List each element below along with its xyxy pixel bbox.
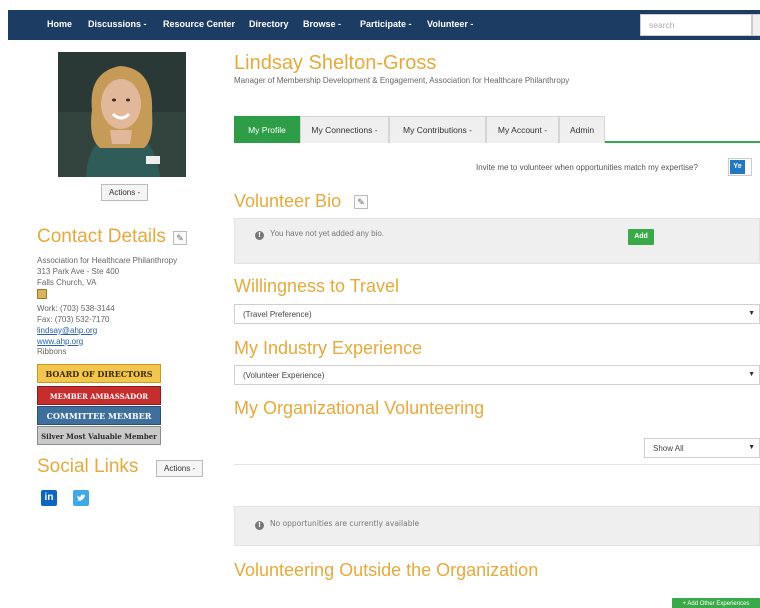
contact-city: Falls Church, VA — [37, 277, 97, 287]
industry-experience-title: My Industry Experience — [234, 338, 423, 358]
contact-email-link[interactable]: lindsay@ahp.org — [37, 326, 97, 335]
ribbons-label: Ribbons — [37, 347, 67, 357]
contact-fax: Fax: (703) 532-7170 — [37, 314, 110, 324]
contact-org: Association for Healthcare Philanthropy — [37, 256, 178, 265]
twitter-bird-glyph — [77, 494, 85, 501]
no-opportunities-message: ! No opportunities are currently availabl… — [255, 519, 419, 530]
tab-admin[interactable]: Admin — [559, 116, 605, 143]
nav-home[interactable]: Home — [47, 19, 72, 29]
profile-actions-button[interactable]: Actions - — [101, 184, 149, 201]
invite-volunteer-toggle[interactable]: Ye — [728, 158, 752, 176]
section-divider — [234, 464, 760, 465]
volunteer-experience-select[interactable]: (Volunteer Experience) ▼ — [234, 365, 760, 385]
top-nav: Home Discussions - Resource Center Direc… — [8, 10, 760, 40]
volunteer-bio-title: Volunteer Bio — [234, 191, 342, 211]
info-icon: ! — [255, 231, 264, 240]
chevron-down-icon: ▼ — [748, 371, 755, 378]
travel-preference-select[interactable]: (Travel Preference) ▼ — [234, 304, 760, 324]
portrait-image — [58, 52, 186, 177]
tab-my-account[interactable]: My Account - — [486, 116, 559, 143]
profile-name: Lindsay Shelton-Gross — [234, 52, 437, 74]
nav-participate[interactable]: Participate - — [360, 19, 412, 29]
edit-bio-icon[interactable]: ✎ — [354, 195, 368, 209]
outside-volunteering-title: Volunteering Outside the Organization — [234, 560, 539, 580]
industry-select-value: (Volunteer Experience) — [243, 371, 325, 380]
opportunities-panel: ! No opportunities are currently availabl… — [234, 506, 760, 546]
nav-volunteer[interactable]: Volunteer - — [427, 19, 473, 29]
ribbon-committee-member: COMMITTEE MEMBER — [37, 406, 161, 425]
contact-address: 313 Park Ave - Ste 400 — [37, 266, 120, 276]
nav-directory[interactable]: Directory — [249, 19, 289, 29]
chevron-down-icon: ▼ — [748, 444, 755, 451]
nav-browse[interactable]: Browse - — [303, 19, 341, 29]
vcard-icon[interactable] — [37, 289, 47, 300]
profile-photo — [58, 52, 186, 177]
show-all-select[interactable]: Show All ▼ — [644, 438, 760, 458]
add-bio-button[interactable]: Add — [628, 229, 654, 245]
ribbon-member-ambassador: MEMBER AMBASSADOR — [37, 386, 161, 405]
add-other-experiences-button[interactable]: + Add Other Experiences — [672, 598, 760, 608]
edit-contact-icon[interactable]: ✎ — [173, 231, 187, 245]
nav-discussions[interactable]: Discussions - — [88, 19, 147, 29]
tab-my-contributions[interactable]: My Contributions - — [389, 116, 486, 143]
social-links-title: Social Links — [37, 456, 139, 477]
no-opportunities-text: No opportunities are currently available — [270, 519, 420, 528]
profile-subtitle: Manager of Membership Development & Enga… — [234, 76, 570, 85]
contact-website-link[interactable]: www.ahp.org — [37, 337, 83, 346]
bio-panel: ! You have not yet added any bio. Add — [234, 218, 760, 264]
travel-select-value: (Travel Preference) — [243, 310, 312, 319]
ribbon-silver-mvm: Silver Most Valuable Member — [37, 426, 161, 445]
bio-empty-message: ! You have not yet added any bio. — [255, 229, 384, 240]
bio-message-text: You have not yet added any bio. — [270, 229, 385, 238]
contact-work-phone: Work: (703) 538-3144 — [37, 304, 115, 314]
contact-block: Association for Healthcare Philanthropy … — [37, 256, 177, 358]
linkedin-icon[interactable]: in — [41, 490, 57, 506]
twitter-icon[interactable] — [73, 490, 89, 506]
contact-details-title: Contact Details — [37, 226, 166, 247]
invite-volunteer-text: Invite me to volunteer when opportunitie… — [476, 163, 698, 172]
show-all-value: Show All — [653, 444, 684, 453]
profile-tabs: My Profile My Connections - My Contribut… — [234, 116, 760, 143]
social-actions-button[interactable]: Actions - — [156, 460, 204, 477]
travel-title: Willingness to Travel — [234, 276, 400, 296]
search-icon[interactable]: Q — [752, 14, 760, 36]
toggle-on-label: Ye — [730, 160, 745, 174]
tab-my-connections[interactable]: My Connections - — [300, 116, 389, 143]
org-volunteering-title: My Organizational Volunteering — [234, 398, 485, 418]
nav-resource-center[interactable]: Resource Center — [163, 19, 235, 29]
ribbon-board-of-directors: BOARD OF DIRECTORS — [37, 364, 161, 383]
tab-my-profile[interactable]: My Profile — [234, 116, 300, 143]
info-icon: ! — [255, 521, 264, 530]
search-input[interactable]: search — [640, 14, 752, 36]
chevron-down-icon: ▼ — [748, 310, 755, 317]
